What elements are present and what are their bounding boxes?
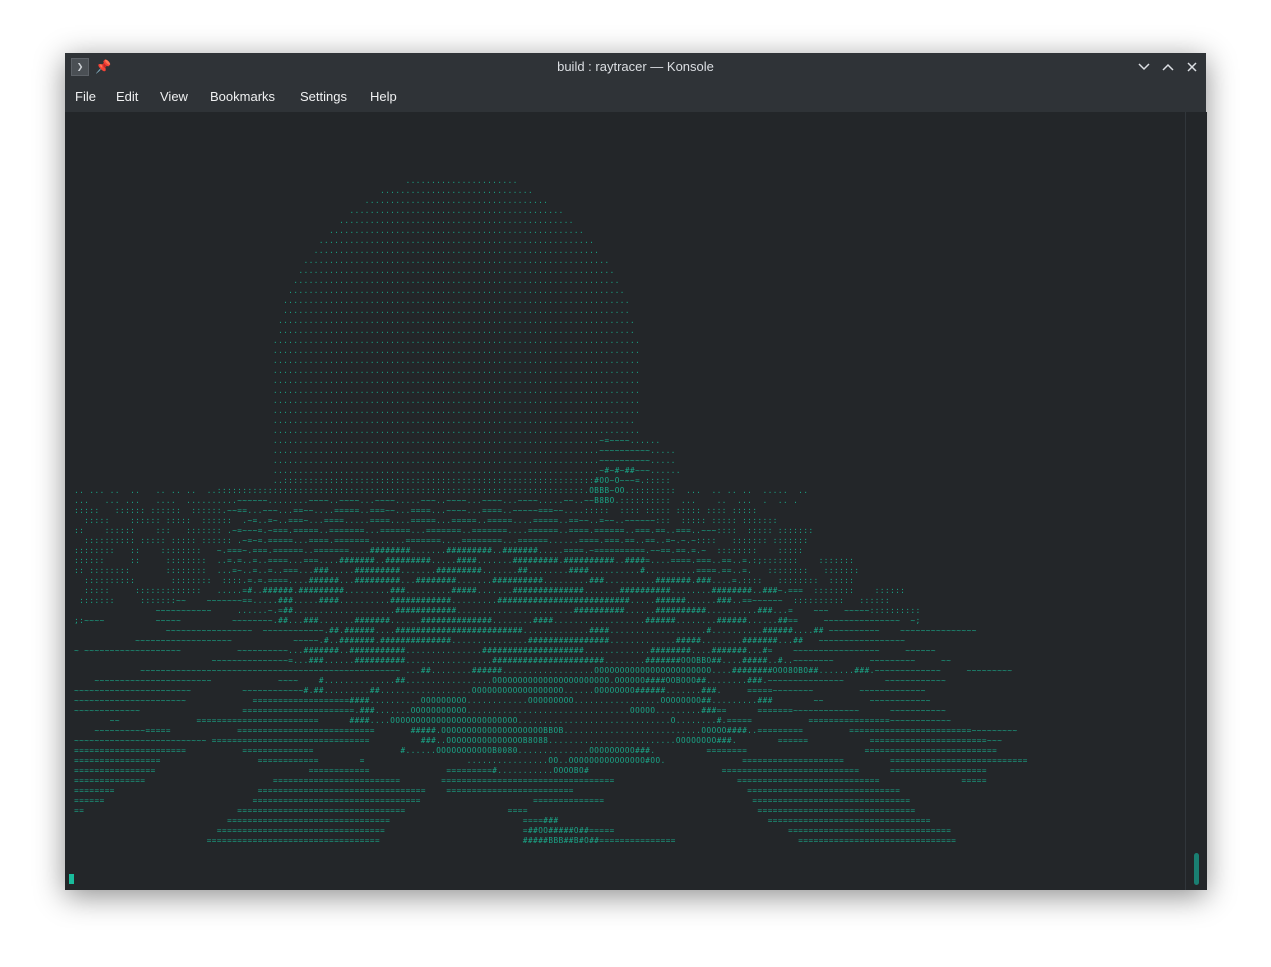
terminal-scrollbar[interactable] (1185, 112, 1207, 890)
window-controls (1136, 59, 1200, 75)
scrollbar-thumb[interactable] (1194, 853, 1199, 885)
title-bar[interactable]: ❯ 📌 build : raytracer — Konsole (65, 53, 1206, 81)
terminal-view[interactable]: ...................... .................… (65, 112, 1185, 890)
ascii-art-output: ...................... .................… (74, 176, 1028, 845)
menu-help[interactable]: Help (368, 81, 399, 113)
terminal-cursor (69, 874, 74, 884)
menu-view[interactable]: View (158, 81, 190, 113)
konsole-window: ❯ 📌 build : raytracer — Konsole File Edi… (65, 53, 1207, 890)
menu-edit[interactable]: Edit (114, 81, 140, 113)
menu-file[interactable]: File (73, 81, 98, 113)
maximize-icon[interactable] (1160, 59, 1176, 75)
menu-bar: File Edit View Bookmarks Settings Help (65, 81, 1206, 112)
window-title: build : raytracer — Konsole (557, 59, 714, 74)
close-icon[interactable] (1184, 59, 1200, 75)
minimize-icon[interactable] (1136, 59, 1152, 75)
menu-settings[interactable]: Settings (298, 81, 349, 113)
menu-bookmarks[interactable]: Bookmarks (208, 81, 277, 113)
